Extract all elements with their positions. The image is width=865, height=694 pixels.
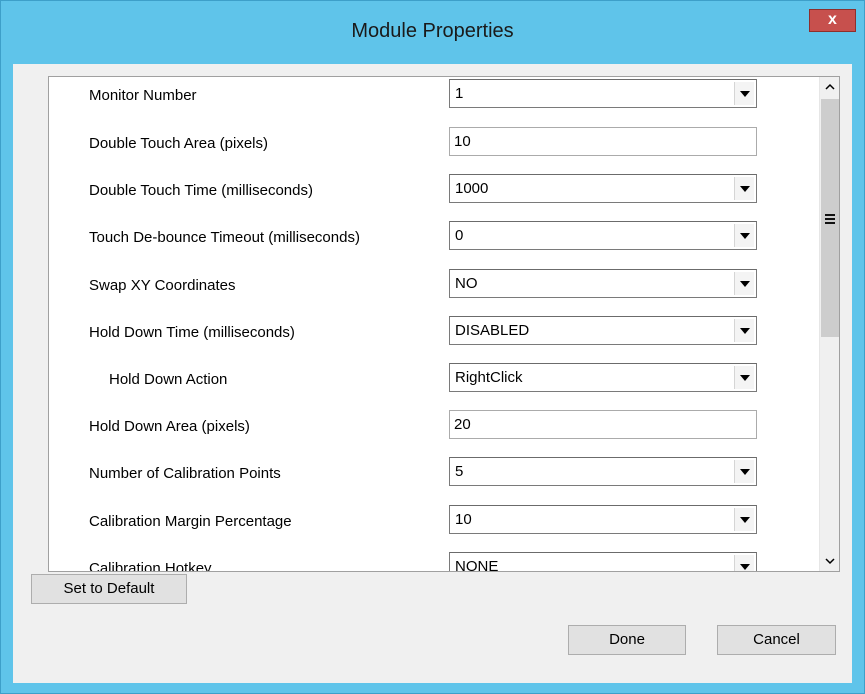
property-row: Hold Down Action RightClick (49, 361, 819, 401)
property-row: Double Touch Area (pixels) (49, 125, 819, 165)
dropdown-button[interactable] (734, 224, 754, 247)
property-row: Double Touch Time (milliseconds) 1000 (49, 172, 819, 212)
property-label: Number of Calibration Points (89, 465, 281, 482)
property-row: Hold Down Area (pixels) (49, 408, 819, 448)
dropdown-value: NONE (455, 558, 499, 572)
property-label: Calibration Hotkey (89, 560, 212, 572)
scroll-thumb[interactable] (821, 99, 839, 337)
dropdown-button[interactable] (734, 460, 754, 483)
property-dropdown[interactable]: NONE (449, 552, 757, 572)
dropdown-value: 0 (455, 227, 464, 244)
property-row: Calibration Margin Percentage 10 (49, 503, 819, 543)
scroll-up-arrow-icon (825, 83, 835, 90)
property-row: Number of Calibration Points 5 (49, 455, 819, 495)
property-label: Swap XY Coordinates (89, 277, 236, 294)
dropdown-button[interactable] (734, 272, 754, 295)
dropdown-button[interactable] (734, 508, 754, 531)
property-textbox[interactable] (449, 127, 757, 156)
dropdown-button[interactable] (734, 177, 754, 200)
dropdown-value: 10 (455, 511, 472, 528)
property-label: Monitor Number (89, 87, 197, 104)
chevron-down-icon (740, 469, 750, 475)
done-button[interactable]: Done (568, 625, 686, 655)
property-row: Touch De-bounce Timeout (milliseconds) 0 (49, 219, 819, 259)
dropdown-value: 1 (455, 85, 464, 102)
vertical-scrollbar[interactable] (819, 77, 839, 571)
chevron-down-icon (740, 564, 750, 570)
set-to-default-button[interactable]: Set to Default (31, 574, 187, 604)
chevron-down-icon (740, 375, 750, 381)
property-dropdown[interactable]: 1 (449, 79, 757, 108)
property-row: Hold Down Time (milliseconds) DISABLED (49, 314, 819, 354)
dropdown-value: NO (455, 275, 478, 292)
dropdown-button[interactable] (734, 366, 754, 389)
property-row: Swap XY Coordinates NO (49, 267, 819, 307)
dialog-client-area: Monitor Number 1 Double Touch Area (pixels… (13, 64, 852, 683)
property-row: Monitor Number 1 (49, 77, 819, 117)
property-textbox[interactable] (449, 410, 757, 439)
chevron-down-icon (740, 91, 750, 97)
scroll-grip-icon (825, 214, 835, 226)
chevron-down-icon (740, 186, 750, 192)
title-bar[interactable]: Module Properties x (1, 1, 864, 61)
dropdown-value: RightClick (455, 369, 523, 386)
chevron-down-icon (740, 281, 750, 287)
dropdown-button[interactable] (734, 319, 754, 342)
property-row: Calibration Hotkey NONE (49, 550, 819, 572)
property-dropdown[interactable]: RightClick (449, 363, 757, 392)
property-label: Touch De-bounce Timeout (milliseconds) (89, 229, 360, 246)
property-dropdown[interactable]: 10 (449, 505, 757, 534)
dropdown-button[interactable] (734, 555, 754, 571)
dropdown-button[interactable] (734, 82, 754, 105)
window-title: Module Properties (351, 20, 514, 42)
property-dropdown[interactable]: 0 (449, 221, 757, 250)
dropdown-value: 5 (455, 463, 464, 480)
dropdown-value: DISABLED (455, 322, 530, 339)
property-dropdown[interactable]: DISABLED (449, 316, 757, 345)
cancel-button[interactable]: Cancel (717, 625, 836, 655)
properties-scroll-area: Monitor Number 1 Double Touch Area (pixels… (48, 76, 840, 572)
property-dropdown[interactable]: NO (449, 269, 757, 298)
chevron-down-icon (740, 328, 750, 334)
property-label: Hold Down Area (pixels) (89, 418, 250, 435)
property-label: Double Touch Time (milliseconds) (89, 182, 313, 199)
scroll-down-arrow-icon (825, 558, 835, 565)
property-input[interactable] (452, 131, 752, 151)
chevron-down-icon (740, 233, 750, 239)
property-label: Hold Down Time (milliseconds) (89, 324, 295, 341)
property-label: Calibration Margin Percentage (89, 513, 292, 530)
close-icon: x (828, 11, 837, 28)
chevron-down-icon (740, 517, 750, 523)
dropdown-value: 1000 (455, 180, 489, 197)
module-properties-window: Module Properties x Monitor Number 1 Doubl… (0, 0, 865, 694)
property-label: Hold Down Action (109, 371, 228, 388)
close-button[interactable]: x (809, 9, 856, 32)
property-dropdown[interactable]: 1000 (449, 174, 757, 203)
property-label: Double Touch Area (pixels) (89, 135, 268, 152)
property-input[interactable] (452, 414, 752, 434)
property-dropdown[interactable]: 5 (449, 457, 757, 486)
scroll-up-button[interactable] (820, 77, 839, 97)
scroll-down-button[interactable] (820, 551, 839, 571)
